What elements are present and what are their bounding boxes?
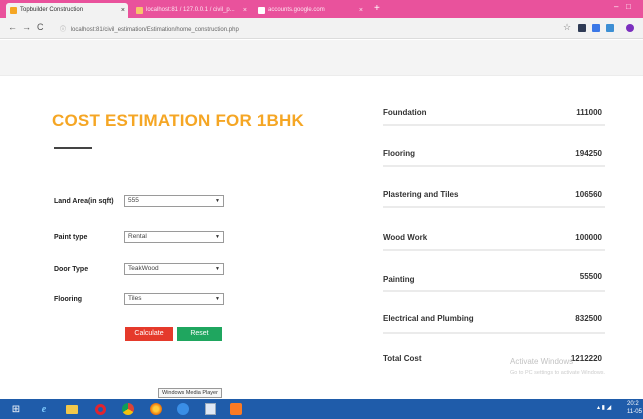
flooring-row: Flooring Tiles ▼ [54,293,234,307]
divider [383,206,605,208]
close-tab-icon[interactable]: × [359,3,363,18]
result-row-wood-work: Wood Work 100000 [383,233,605,265]
phpmyadmin-favicon-icon [136,7,143,14]
site-info-icon[interactable]: ⓘ [60,27,66,33]
tab-google-accounts[interactable]: accounts.google.com × [254,3,366,18]
reset-button[interactable]: Reset [177,327,222,341]
door-type-row: Door Type TeakWood ▼ [54,263,234,277]
divider [383,332,605,334]
minimize-icon[interactable]: – [614,2,618,11]
door-type-value: TeakWood [128,265,159,272]
page-title: COST ESTIMATION FOR 1BHK [52,111,304,130]
result-value: 106560 [575,190,602,199]
paint-type-label: Paint type [54,234,88,241]
windows-start-icon[interactable]: ⊞ [9,402,23,416]
file-explorer-icon[interactable] [65,402,79,416]
result-name: Foundation [383,108,427,117]
total-label: Total Cost [383,354,422,363]
chrome-icon[interactable] [121,402,135,416]
back-arrow-icon[interactable]: ← [8,22,17,32]
bookmark-star-icon[interactable]: ☆ [563,22,571,33]
tray-icons[interactable]: ▴ ▮ ◢ [597,404,611,411]
result-row-plastering: Plastering and Tiles 106560 [383,190,605,222]
url-field[interactable]: ⓘ localhost:81/civil_estimation/Estimati… [60,24,239,33]
address-bar: ← → C ⓘ localhost:81/civil_estimation/Es… [0,18,643,39]
paint-type-select[interactable]: Rental ▼ [124,231,224,243]
land-area-row: Land Area(in sqft) 555 ▼ [54,195,234,209]
site-favicon-icon [10,7,17,14]
clock-time[interactable]: 20:2 [627,401,639,407]
tab-topbuilder[interactable]: Topbuilder Construction × [6,3,128,18]
close-tab-icon[interactable]: × [243,3,247,18]
tab-label: Topbuilder Construction [20,7,84,13]
tab-label: localhost:81 / 127.0.0.1 / civil_p... [146,7,235,13]
result-name: Wood Work [383,233,428,242]
paint-type-value: Rental [128,233,147,240]
result-value: 55500 [579,272,602,281]
calculate-button[interactable]: Calculate [125,327,173,341]
flooring-value: Tiles [128,295,142,302]
new-tab-button[interactable]: + [374,3,380,15]
dropdown-arrow-icon: ▼ [215,266,220,272]
land-area-select[interactable]: 555 ▼ [124,195,224,207]
divider [383,124,605,126]
windows-taskbar: ⊞ e ▴ ▮ ◢ 20:2 11-05 [0,399,643,419]
notepad-icon[interactable] [203,402,217,416]
media-player-icon[interactable] [176,402,190,416]
tab-label: accounts.google.com [268,7,325,13]
result-name: Plastering and Tiles [383,190,459,199]
result-row-electrical: Electrical and Plumbing 832500 [383,314,605,346]
flooring-select[interactable]: Tiles ▼ [124,293,224,305]
land-area-label: Land Area(in sqft) [54,198,114,205]
clock-date[interactable]: 11-05 [627,409,642,415]
reload-icon[interactable]: C [37,22,44,32]
result-value: 194250 [575,149,602,158]
tab-phpmyadmin[interactable]: localhost:81 / 127.0.0.1 / civil_p... × [132,3,250,18]
title-divider [54,147,92,149]
flooring-label: Flooring [54,296,82,303]
browser-tab-strip: Topbuilder Construction × localhost:81 /… [0,0,643,18]
door-type-label: Door Type [54,266,89,273]
result-row-foundation: Foundation 111000 [383,108,605,140]
activate-windows-subtext: Go to PC settings to activate Windows. [510,370,606,376]
divider [383,165,605,167]
taskbar-tooltip: Windows Media Player [158,388,222,398]
result-name: Flooring [383,149,415,158]
activate-windows-watermark: Activate Windows [510,357,574,366]
divider [383,290,605,292]
result-row-painting: Painting 55500 [383,272,605,304]
result-row-flooring: Flooring 194250 [383,149,605,181]
url-text: localhost:81/civil_estimation/Estimation… [70,27,239,33]
maximize-icon[interactable]: □ [626,2,631,11]
result-value: 832500 [575,314,602,323]
firefox-icon[interactable] [149,402,163,416]
total-value: 1212220 [570,354,602,363]
google-favicon-icon [258,7,265,14]
extension-icon[interactable] [606,24,614,32]
result-value: 111000 [576,108,602,117]
dropdown-arrow-icon: ▼ [215,198,220,204]
profile-avatar-icon[interactable] [626,24,634,32]
paint-type-row: Paint type Rental ▼ [54,231,234,245]
extension-icon[interactable] [592,24,600,32]
result-name: Electrical and Plumbing [383,314,474,323]
close-tab-icon[interactable]: × [121,3,125,18]
divider [383,249,605,251]
forward-arrow-icon[interactable]: → [22,22,31,32]
site-navbar [0,40,643,76]
opera-icon[interactable] [93,402,107,416]
extension-icon[interactable] [578,24,586,32]
door-type-select[interactable]: TeakWood ▼ [124,263,224,275]
xampp-icon[interactable] [229,402,243,416]
dropdown-arrow-icon: ▼ [215,234,220,240]
result-value: 100000 [575,233,602,242]
result-name: Painting [383,275,415,284]
internet-explorer-icon[interactable]: e [37,402,51,416]
dropdown-arrow-icon: ▼ [215,296,220,302]
land-area-value: 555 [128,197,139,204]
